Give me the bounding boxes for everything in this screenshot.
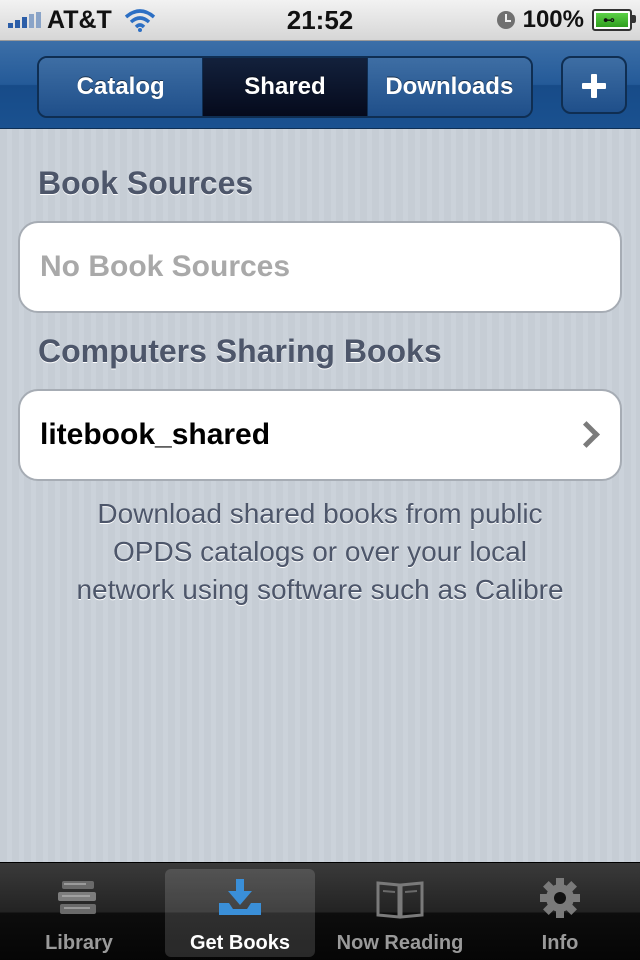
book-sources-header: Book Sources (38, 165, 254, 201)
shared-computer-name: litebook_shared (40, 418, 271, 451)
alarm-clock-icon (496, 11, 515, 29)
tab-label-now-reading: Now Reading (336, 932, 464, 954)
source-segmented-control: Catalog Shared Downloads (37, 56, 533, 118)
tab-info[interactable]: Info (485, 869, 635, 957)
content-area: Book Sources No Book Sources Computers S… (0, 129, 640, 862)
gear-icon (540, 878, 580, 918)
help-line-1: Download shared books from public (97, 498, 543, 529)
battery-percentage: 100% (522, 6, 584, 33)
help-line-3: network using software such as Calibre (76, 574, 564, 605)
tab-label-get-books: Get Books (189, 932, 291, 954)
add-source-button[interactable] (561, 56, 627, 114)
battery-icon: ⊷ (592, 9, 636, 31)
books-stack-icon (58, 881, 96, 914)
segment-downloads[interactable]: Downloads (367, 58, 531, 116)
book-sources-group: No Book Sources (18, 221, 622, 313)
status-right: 100% ⊷ (496, 6, 636, 34)
download-tray-icon (219, 879, 261, 915)
segment-catalog[interactable]: Catalog (39, 58, 204, 116)
charging-plug-icon: ⊷ (603, 13, 615, 27)
segment-shared[interactable]: Shared (203, 58, 368, 116)
tab-now-reading[interactable]: Now Reading (325, 869, 475, 957)
open-book-icon (376, 881, 424, 919)
computers-sharing-header: Computers Sharing Books (38, 333, 442, 369)
help-line-2: OPDS catalogs or over your local (113, 536, 527, 567)
tab-get-books[interactable]: Get Books (165, 869, 315, 957)
tab-bar: Library Get Books Now Reading Info (0, 862, 640, 960)
chevron-right-icon (573, 421, 600, 448)
sharing-help-text: Download shared books from public OPDS c… (30, 495, 610, 609)
tab-library[interactable]: Library (4, 869, 154, 957)
no-book-sources-text: No Book Sources (40, 250, 291, 283)
navigation-bar: Catalog Shared Downloads (0, 41, 640, 129)
tab-label-library: Library (45, 932, 113, 954)
tab-label-info: Info (541, 932, 579, 954)
shared-computer-row[interactable]: litebook_shared (18, 389, 622, 481)
status-bar: AT&T 21:52 100% ⊷ (0, 0, 640, 41)
